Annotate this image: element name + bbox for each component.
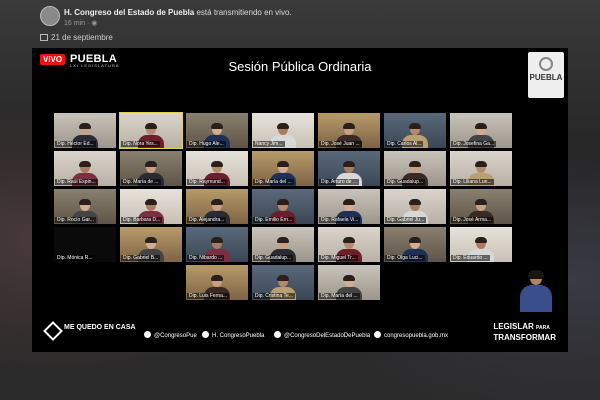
- participant-tile: Dip. Gabriel B...: [120, 227, 182, 262]
- participant-name: Dip. Mónica R...: [55, 255, 95, 261]
- badge-text: PUEBLA: [529, 73, 563, 82]
- instagram-handle: @CongresoDelEstadoDePuebla: [274, 331, 370, 339]
- participant-tile: Dip. Barbara D...: [120, 189, 182, 224]
- participant-tile: Dip. Liliana Lun...: [450, 151, 512, 186]
- participant-name: Dip. Alejandra...: [187, 217, 227, 223]
- congress-badge-logo: PUEBLA: [528, 52, 564, 98]
- participant-name: Dip. Hugo Ale...: [187, 141, 226, 147]
- participant-tile: Dip. Rocío Gar...: [54, 189, 116, 224]
- participant-tile: Nancy Jim...: [252, 113, 314, 148]
- participant-tile: Dip. Héctor Ed...: [54, 113, 116, 148]
- participant-name: Dip. Rocío Gar...: [55, 217, 96, 223]
- participant-tile: Dip. María del ...: [252, 151, 314, 186]
- participant-tile: Dip. Rafaela Vi...: [318, 189, 380, 224]
- legislar-para-transformar-logo: LEGISLAR PARA TRANSFORMAR: [493, 322, 556, 342]
- participant-tile: Dip. María de ...: [120, 151, 182, 186]
- participant-tile: Dip. Eduardo ...: [450, 227, 512, 262]
- post-date: 21 de septiembre: [51, 33, 113, 42]
- session-title: Sesión Pública Ordinaria: [228, 59, 372, 74]
- page-avatar[interactable]: [40, 6, 60, 26]
- participant-tile: Dip. José Arma...: [450, 189, 512, 224]
- participant-name: Dip. Carlos Al...: [385, 141, 424, 147]
- participant-name: Dip. Nora Yes...: [121, 141, 160, 147]
- post-time[interactable]: 16 min: [64, 20, 85, 27]
- facebook-icon: [202, 331, 209, 338]
- participant-tile: Dip. Raúl Espin...: [54, 151, 116, 186]
- participant-name: Dip. Gabriel Ju...: [385, 217, 427, 223]
- participant-name: Dip. María de ...: [121, 179, 161, 185]
- participant-name: Dip. Olga Luci...: [385, 255, 425, 261]
- participant-tile: Dip. Miguel Tr...: [318, 227, 380, 262]
- participant-name: Dip. María del ...: [253, 179, 294, 185]
- post-header: H. Congreso del Estado de Puebla está tr…: [40, 3, 600, 47]
- post-title-rest: está transmitiendo en vivo.: [194, 8, 292, 17]
- twitter-icon: [144, 331, 151, 338]
- seal-icon: [539, 57, 553, 71]
- post-meta: 16 min · ◉: [64, 20, 98, 27]
- instagram-icon: [274, 331, 281, 338]
- participant-tile: Dip. Luis Ferna...: [186, 265, 248, 300]
- participant-name: Dip. Barbara D...: [121, 217, 163, 223]
- participant-tile: Dip. Nora Yes...: [119, 112, 183, 149]
- web-icon: [374, 331, 381, 338]
- participant-name: Dip. Guadalup...: [253, 255, 294, 261]
- live-video-player[interactable]: VIVO PUEBLA LXI LEGISLATURA Sesión Públi…: [32, 48, 568, 352]
- participant-tile: Dip. Raymund...: [186, 151, 248, 186]
- participant-tile: Dip. Nibardo ...: [186, 227, 248, 262]
- participant-name: Dip. Luis Ferna...: [187, 293, 230, 299]
- participant-tile: Dip. Emilio Ern...: [252, 189, 314, 224]
- post-title: H. Congreso del Estado de Puebla está tr…: [64, 8, 292, 17]
- participant-name: Dip. Héctor Ed...: [55, 141, 96, 147]
- participant-name: Dip. Miguel Tr...: [319, 255, 358, 261]
- participant-name: Dip. Arturo de ...: [319, 179, 360, 185]
- participant-tile: Dip. Alejandra...: [186, 189, 248, 224]
- participant-name: Dip. María del ...: [319, 293, 360, 299]
- participant-name: Dip. Raymund...: [187, 179, 227, 185]
- participant-tile: Dip. Hugo Ale...: [186, 113, 248, 148]
- participant-name: Dip. José Arma...: [451, 217, 494, 223]
- globe-icon: ◉: [91, 20, 98, 27]
- participant-tile: Dip. Gabriel Ju...: [384, 189, 446, 224]
- calendar-icon: [40, 34, 48, 41]
- participant-name: Dip. José Juan ...: [319, 141, 362, 147]
- house-icon: [43, 321, 63, 341]
- participant-name: Dip. Josefina Ga...: [451, 141, 497, 147]
- participant-name: Nancy Jim...: [253, 141, 285, 147]
- participant-name: Dip. Gabriel B...: [121, 255, 161, 261]
- participant-name: Dip. Guadalup...: [385, 179, 426, 185]
- participant-tile: Dip. Cristina Te...: [252, 265, 314, 300]
- stream-footer: ME QUEDO EN CASA @CongresoPue H. Congres…: [32, 318, 568, 352]
- twitter-handle: @CongresoPue: [144, 331, 197, 339]
- participant-name: Dip. Rafaela Vi...: [319, 217, 361, 223]
- participant-tile: Dip. Guadalup...: [384, 151, 446, 186]
- participant-name: Dip. Emilio Ern...: [253, 217, 295, 223]
- participant-name: Dip. Raúl Espin...: [55, 179, 98, 185]
- participant-name: Dip. Cristina Te...: [253, 293, 295, 299]
- participant-tile: Dip. Mónica R...: [54, 227, 116, 262]
- participant-tile: Dip. Guadalup...: [252, 227, 314, 262]
- participant-name: Dip. Liliana Lun...: [451, 179, 494, 185]
- participant-tile: Dip. José Juan ...: [318, 113, 380, 148]
- website-link: congresopuebla.gob.mx: [374, 331, 448, 339]
- participant-tile: Dip. Olga Luci...: [384, 227, 446, 262]
- participant-tile: Dip. Arturo de ...: [318, 151, 380, 186]
- facebook-handle: H. CongresoPuebla: [202, 331, 264, 339]
- participant-name: Dip. Eduardo ...: [451, 255, 490, 261]
- participant-name: Dip. Nibardo ...: [187, 255, 225, 261]
- participant-tile: Dip. María del ...: [318, 265, 380, 300]
- participant-tile: Dip. Josefina Ga...: [450, 113, 512, 148]
- sign-language-interpreter: [518, 270, 554, 312]
- participant-tile: Dip. Carlos Al...: [384, 113, 446, 148]
- date-row: 21 de septiembre: [40, 33, 113, 42]
- page-name-link[interactable]: H. Congreso del Estado de Puebla: [64, 8, 194, 17]
